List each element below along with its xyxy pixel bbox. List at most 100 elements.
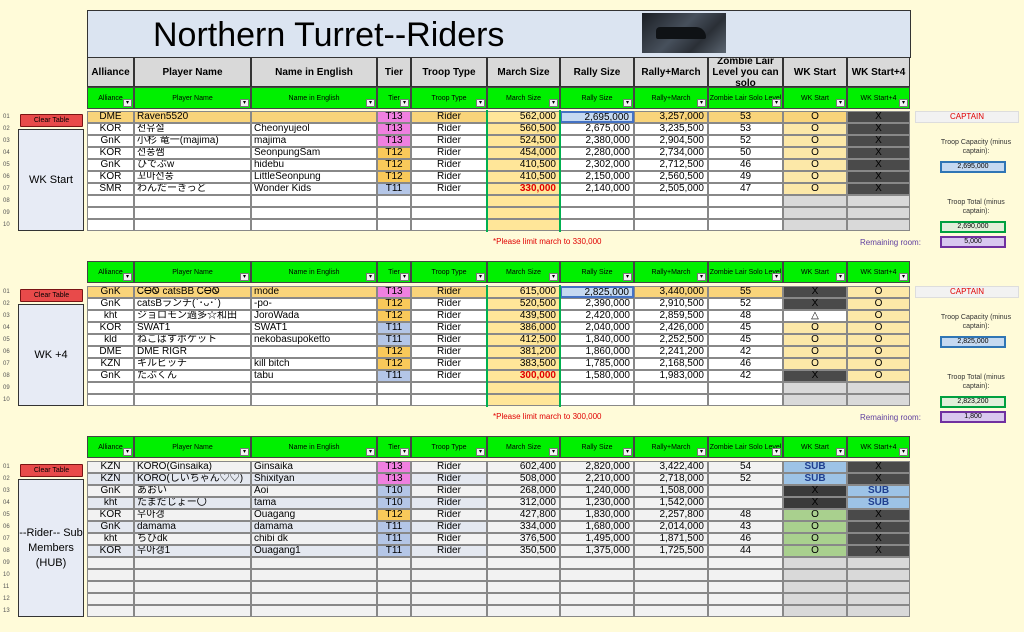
cell-wk-start[interactable]: SUB [783,461,847,473]
cell-name-in-english[interactable]: Cheonyujeol [251,123,377,135]
cell-wk-start-plus4[interactable]: SUB [847,485,910,497]
cell-rally-march[interactable]: 2,859,500 [634,310,708,322]
cell-troop-type[interactable] [411,219,487,231]
cell-wk-start[interactable]: SUB [783,473,847,485]
filter-header-march-size[interactable]: March Size ▾ [487,436,560,458]
cell-name-in-english[interactable] [251,394,377,406]
cell-wk-start-plus4[interactable]: O [847,334,910,346]
cell-alliance[interactable]: DME [87,111,134,123]
cell-player-name[interactable] [134,581,251,593]
cell-troop-type[interactable]: Rider [411,135,487,147]
cell-wk-start-plus4[interactable]: X [847,183,910,195]
cell-rally-size[interactable] [560,593,634,605]
cell-wk-start[interactable] [783,593,847,605]
cell-troop-type[interactable]: Rider [411,370,487,382]
filter-dropdown-icon[interactable]: ▾ [697,448,706,456]
cell-wk-start[interactable]: O [783,334,847,346]
cell-rally-march[interactable]: 2,168,500 [634,358,708,370]
filter-dropdown-icon[interactable]: ▾ [697,273,706,281]
cell-march-size[interactable]: 412,500 [487,334,560,346]
cell-tier[interactable]: T11 [377,183,411,195]
cell-zombie-lair-level[interactable] [708,394,783,406]
cell-rally-size[interactable]: 1,860,000 [560,346,634,358]
cell-tier[interactable]: T12 [377,147,411,159]
cell-wk-start[interactable]: O [783,171,847,183]
filter-header-troop-type[interactable]: Troop Type ▾ [411,87,487,109]
cell-player-name[interactable]: 우아갱1 [134,545,251,557]
cell-tier[interactable]: T13 [377,135,411,147]
cell-wk-start-plus4[interactable]: O [847,370,910,382]
cell-tier[interactable]: T11 [377,370,411,382]
cell-zombie-lair-level[interactable]: 42 [708,370,783,382]
cell-alliance[interactable]: GnK [87,286,134,298]
filter-dropdown-icon[interactable]: ▾ [549,99,558,107]
cell-name-in-english[interactable] [251,207,377,219]
cell-troop-type[interactable]: Rider [411,310,487,322]
cell-rally-march[interactable]: 2,241,200 [634,346,708,358]
cell-rally-size[interactable] [560,569,634,581]
cell-wk-start[interactable] [783,195,847,207]
cell-rally-size[interactable]: 1,375,000 [560,545,634,557]
cell-march-size[interactable] [487,195,560,207]
cell-alliance[interactable]: GnK [87,298,134,310]
cell-wk-start[interactable] [783,382,847,394]
filter-header-wk-start[interactable]: WK Start ▾ [783,87,847,109]
cell-alliance[interactable]: GnK [87,370,134,382]
cell-march-size[interactable] [487,569,560,581]
cell-troop-type[interactable] [411,394,487,406]
cell-march-size[interactable]: 386,000 [487,322,560,334]
filter-header-rally-size[interactable]: Rally Size ▾ [560,261,634,283]
cell-tier[interactable]: T13 [377,123,411,135]
cell-alliance[interactable] [87,394,134,406]
cell-player-name[interactable] [134,557,251,569]
cell-rally-march[interactable] [634,593,708,605]
cell-zombie-lair-level[interactable]: 55 [708,286,783,298]
cell-tier[interactable]: T10 [377,497,411,509]
cell-zombie-lair-level[interactable]: 48 [708,310,783,322]
cell-player-name[interactable]: KORO(しいちゃん♡♡) [134,473,251,485]
cell-alliance[interactable]: GnK [87,135,134,147]
filter-header-troop-type[interactable]: Troop Type ▾ [411,436,487,458]
cell-name-in-english[interactable]: tama [251,497,377,509]
filter-dropdown-icon[interactable]: ▾ [899,273,908,281]
cell-march-size[interactable] [487,382,560,394]
cell-alliance[interactable]: SMR [87,183,134,195]
cell-rally-size[interactable]: 2,825,000 [560,286,634,298]
clear-table-button[interactable]: Clear Table [20,464,83,477]
cell-troop-type[interactable]: Rider [411,111,487,123]
filter-dropdown-icon[interactable]: ▾ [123,448,132,456]
cell-troop-type[interactable]: Rider [411,461,487,473]
cell-player-name[interactable]: 우아갱 [134,509,251,521]
cell-player-name[interactable]: Raven5520 [134,111,251,123]
filter-dropdown-icon[interactable]: ▾ [772,273,781,281]
cell-name-in-english[interactable]: majima [251,135,377,147]
cell-zombie-lair-level[interactable] [708,581,783,593]
cell-wk-start-plus4[interactable]: X [847,545,910,557]
cell-wk-start[interactable]: X [783,298,847,310]
cell-player-name[interactable]: 꼬마선풍 [134,171,251,183]
cell-player-name[interactable] [134,593,251,605]
cell-troop-type[interactable]: Rider [411,521,487,533]
cell-march-size[interactable]: 454,000 [487,147,560,159]
filter-dropdown-icon[interactable]: ▾ [476,273,485,281]
cell-alliance[interactable] [87,195,134,207]
cell-wk-start[interactable] [783,557,847,569]
cell-alliance[interactable]: kht [87,497,134,509]
cell-rally-size[interactable]: 1,680,000 [560,521,634,533]
filter-dropdown-icon[interactable]: ▾ [476,448,485,456]
cell-tier[interactable]: T13 [377,461,411,473]
filter-header-wk-start-plus4[interactable]: WK Start+4 ▾ [847,87,910,109]
cell-name-in-english[interactable]: mode [251,286,377,298]
cell-alliance[interactable]: KOR [87,171,134,183]
cell-troop-type[interactable] [411,605,487,617]
cell-rally-size[interactable]: 2,280,000 [560,147,634,159]
cell-alliance[interactable]: GnK [87,521,134,533]
cell-rally-march[interactable]: 1,871,500 [634,533,708,545]
cell-player-name[interactable]: catsBランチ(`･ᴗ･´) [134,298,251,310]
cell-troop-type[interactable] [411,207,487,219]
filter-header-wk-start[interactable]: WK Start ▾ [783,261,847,283]
filter-dropdown-icon[interactable]: ▾ [836,99,845,107]
cell-tier[interactable]: T11 [377,533,411,545]
cell-zombie-lair-level[interactable] [708,569,783,581]
cell-rally-size[interactable]: 2,210,000 [560,473,634,485]
